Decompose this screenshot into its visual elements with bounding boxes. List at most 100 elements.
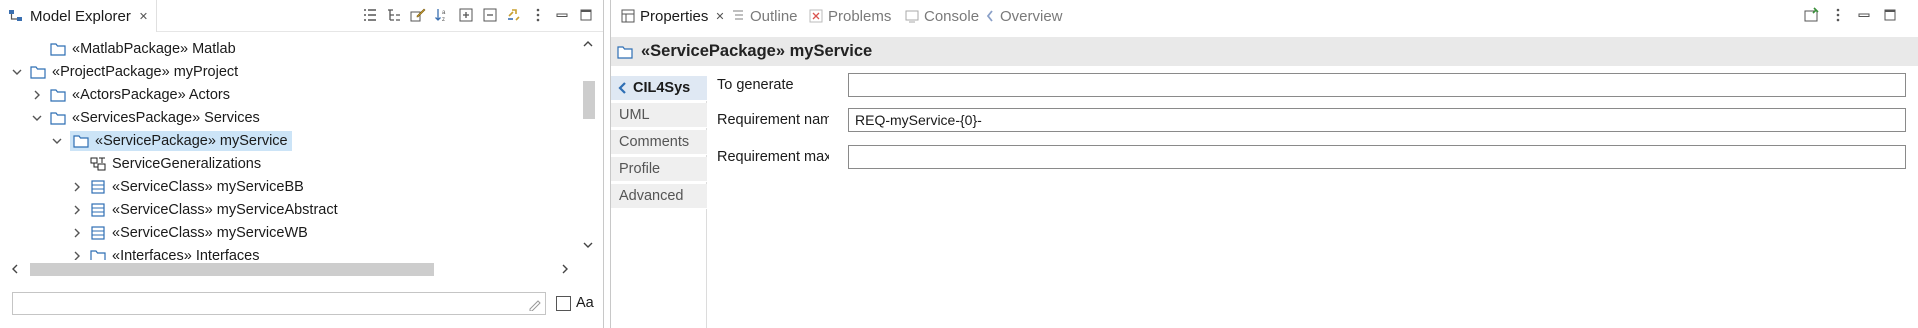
tree-item-content[interactable]: ServiceGeneralizations <box>90 156 261 172</box>
chevron-down-icon[interactable] <box>50 134 64 148</box>
tree-item-content[interactable]: «MatlabPackage» Matlab <box>50 41 236 57</box>
field-row-requirement-name: Requirement name <box>717 108 1906 132</box>
category-comments[interactable]: Comments <box>611 130 707 155</box>
requirement-name-input[interactable] <box>848 108 1906 132</box>
model-explorer-pane: Model Explorer ✕ az «MatlabPackage» Matl… <box>0 0 604 328</box>
tab-problems-label: Problems <box>828 7 892 25</box>
tree-item-content[interactable]: «ServiceClass» myServiceWB <box>90 225 308 241</box>
properties-tab-bar: Properties ✕ Outline Problems Console Ov… <box>611 0 1918 32</box>
minimize-icon[interactable] <box>553 6 571 24</box>
folder-icon <box>617 45 633 59</box>
tree-item-label: «ProjectPackage» myProject <box>52 63 239 80</box>
tab-problems[interactable]: Problems <box>809 0 891 32</box>
view-menu-icon[interactable] <box>1829 6 1847 24</box>
tab-model-explorer[interactable]: Model Explorer ✕ <box>0 0 158 32</box>
field-row-requirement-max: Requirement max <box>717 145 1906 169</box>
property-categories: CIL4Sys UML Comments Profile Advanced <box>611 76 707 328</box>
tree-item-content[interactable]: «ActorsPackage» Actors <box>50 87 230 103</box>
overview-icon <box>985 9 995 23</box>
tree-item-content[interactable]: «ProjectPackage» myProject <box>30 64 238 80</box>
filter-input[interactable] <box>12 292 546 315</box>
tree-item[interactable]: ServiceGeneralizations <box>70 152 261 175</box>
tree-item[interactable]: «ServicesPackage» Services <box>30 106 260 129</box>
category-label: Advanced <box>619 188 684 204</box>
category-uml[interactable]: UML <box>611 103 707 128</box>
tab-overview-label: Overview <box>1000 7 1063 25</box>
chevron-right-icon[interactable] <box>70 226 84 240</box>
tree-vertical-scrollbar[interactable] <box>580 33 596 263</box>
chevron-right-icon[interactable] <box>30 88 44 102</box>
folder-icon <box>90 249 106 260</box>
model-explorer-header: Model Explorer ✕ az <box>0 0 603 32</box>
class-icon <box>90 225 106 240</box>
scrollbar-thumb[interactable] <box>583 81 595 119</box>
tree-item-label: «ServicePackage» myService <box>95 132 288 149</box>
tree-item-content[interactable]: «ServiceClass» myServiceAbstract <box>90 202 338 218</box>
edit-filter-icon[interactable] <box>409 6 427 24</box>
requirement-max-input[interactable] <box>848 145 1906 169</box>
expand-all-icon[interactable] <box>457 6 475 24</box>
tree-item[interactable]: «MatlabPackage» Matlab <box>30 37 236 60</box>
match-case-label: Aa <box>576 295 594 311</box>
svg-text:a: a <box>442 10 446 16</box>
console-icon <box>905 9 919 23</box>
requirement-max-label: Requirement max <box>717 149 829 165</box>
category-label: Profile <box>619 161 661 177</box>
category-label: CIL4Sys <box>633 80 691 96</box>
tree-view-icon[interactable] <box>385 6 403 24</box>
tab-overview[interactable]: Overview <box>985 0 1063 32</box>
tree-item[interactable]: «ProjectPackage» myProject <box>10 60 238 83</box>
tree-item[interactable]: «ServicePackage» myService <box>50 129 292 152</box>
tree-item-content[interactable]: «Interfaces» Interfaces <box>90 247 260 261</box>
chevron-right-icon[interactable] <box>560 263 570 275</box>
chevron-down-icon[interactable] <box>582 240 594 250</box>
chevron-down-icon[interactable] <box>10 65 24 79</box>
maximize-icon[interactable] <box>577 6 595 24</box>
tree-item-label: «ServicesPackage» Services <box>72 109 260 126</box>
chevron-up-icon[interactable] <box>582 39 594 49</box>
chevron-down-icon[interactable] <box>30 111 44 125</box>
tab-console[interactable]: Console <box>905 0 979 32</box>
minimize-icon[interactable] <box>1855 6 1873 24</box>
to-generate-input[interactable] <box>848 73 1906 97</box>
scrollbar-thumb[interactable] <box>30 263 434 276</box>
clear-filter-icon[interactable] <box>528 297 542 311</box>
category-profile[interactable]: Profile <box>611 157 707 182</box>
match-case-checkbox[interactable] <box>556 296 571 311</box>
chevron-right-icon[interactable] <box>70 180 84 194</box>
view-menu-icon[interactable] <box>529 6 547 24</box>
close-icon[interactable]: ✕ <box>139 10 148 23</box>
tree-item[interactable]: «Interfaces» Interfaces <box>70 244 260 260</box>
tree-item-content[interactable]: «ServiceClass» myServiceBB <box>90 179 304 195</box>
tree-item[interactable]: «ActorsPackage» Actors <box>30 83 230 106</box>
folder-icon <box>50 88 66 102</box>
close-icon[interactable]: ✕ <box>715 10 724 23</box>
maximize-icon[interactable] <box>1881 6 1899 24</box>
category-label: UML <box>619 107 650 123</box>
collapse-all-icon[interactable] <box>481 6 499 24</box>
link-with-editor-icon[interactable] <box>505 6 523 24</box>
category-advanced[interactable]: Advanced <box>611 184 707 209</box>
tree-item[interactable]: «ServiceClass» myServiceAbstract <box>70 198 338 221</box>
class-icon <box>90 202 106 217</box>
list-view-icon[interactable] <box>361 6 379 24</box>
tab-outline-label: Outline <box>750 7 798 25</box>
generalization-icon <box>90 157 106 171</box>
tab-outline[interactable]: Outline <box>731 0 798 32</box>
tree-item[interactable]: «ServiceClass» myServiceBB <box>70 175 304 198</box>
pin-icon[interactable] <box>1803 6 1821 24</box>
tree-item-content[interactable]: «ServicePackage» myService <box>70 130 292 151</box>
chevron-right-icon[interactable] <box>70 249 84 261</box>
chevron-left-icon[interactable] <box>10 263 20 275</box>
tree-item[interactable]: «ServiceClass» myServiceWB <box>70 221 308 244</box>
category-cil4sys[interactable]: CIL4Sys <box>611 76 707 101</box>
tab-properties[interactable]: Properties ✕ <box>617 0 729 32</box>
tree-item-label: «Interfaces» Interfaces <box>112 247 260 261</box>
tree-item-content[interactable]: «ServicesPackage» Services <box>50 110 260 126</box>
properties-icon <box>621 9 635 23</box>
tree-horizontal-scrollbar[interactable] <box>0 261 580 277</box>
sort-icon[interactable]: az <box>433 6 451 24</box>
properties-toolbar <box>1803 6 1899 24</box>
folder-icon <box>50 111 66 125</box>
chevron-right-icon[interactable] <box>70 203 84 217</box>
